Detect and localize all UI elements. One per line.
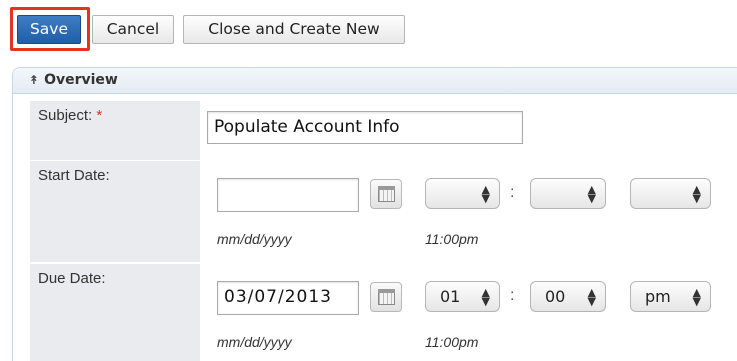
- due-ampm-select[interactable]: pm ▲ ▼: [630, 281, 711, 312]
- due-time-hint: 11:00pm: [425, 334, 479, 350]
- save-button[interactable]: Save: [17, 15, 81, 44]
- panel-title: Overview: [44, 72, 118, 88]
- calendar-icon: [378, 289, 395, 305]
- start-minute-select[interactable]: ▲ ▼: [530, 178, 606, 209]
- start-time-hint: 11:00pm: [425, 231, 479, 247]
- updown-arrows-icon: ▲ ▼: [481, 285, 490, 308]
- subject-input[interactable]: Populate Account Info: [207, 111, 523, 144]
- start-date-calendar-button[interactable]: [370, 179, 402, 209]
- updown-arrows-icon: ▲ ▼: [481, 182, 490, 205]
- due-date-format-hint: mm/dd/yyyy: [217, 334, 292, 350]
- updown-arrows-icon: ▲ ▼: [587, 285, 596, 308]
- due-date-label: Due Date:: [38, 270, 106, 287]
- calendar-icon: [378, 186, 395, 202]
- due-date-input[interactable]: 03/07/2013: [217, 281, 359, 315]
- overview-panel-header[interactable]: ↟ Overview: [13, 68, 737, 94]
- due-minute-value: 00: [545, 287, 566, 306]
- overview-panel: ↟ Overview Subject: * Populate Account In…: [12, 67, 737, 361]
- cancel-button[interactable]: Cancel: [92, 15, 174, 44]
- start-date-format-hint: mm/dd/yyyy: [217, 231, 292, 247]
- double-chevron-up-icon[interactable]: ↟: [29, 73, 39, 87]
- start-date-input[interactable]: [217, 178, 359, 212]
- due-ampm-value: pm: [645, 287, 671, 306]
- start-date-row: Start Date: ▲ ▼ : ▲ ▼ ▲ ▼ mm/dd/yyyy 11:00p…: [30, 161, 737, 262]
- required-marker: *: [96, 107, 103, 124]
- updown-arrows-icon: ▲ ▼: [692, 182, 701, 205]
- start-hour-select[interactable]: ▲ ▼: [425, 178, 500, 209]
- time-separator: :: [510, 184, 515, 201]
- start-date-label: Start Date:: [38, 167, 110, 184]
- due-hour-select[interactable]: 01 ▲ ▼: [425, 281, 500, 312]
- start-date-label-cell: Start Date:: [30, 161, 200, 262]
- close-and-create-new-button[interactable]: Close and Create New: [183, 15, 405, 44]
- due-minute-select[interactable]: 00 ▲ ▼: [530, 281, 606, 312]
- due-hour-value: 01: [440, 287, 461, 306]
- due-date-label-cell: Due Date:: [30, 264, 200, 361]
- subject-label-cell: Subject: *: [30, 101, 200, 160]
- updown-arrows-icon: ▲ ▼: [587, 182, 596, 205]
- due-date-calendar-button[interactable]: [370, 282, 402, 312]
- time-separator: :: [510, 287, 515, 304]
- due-date-row: Due Date: 03/07/2013 01 ▲ ▼ : 00 ▲ ▼ pm ▲ ▼…: [30, 264, 737, 361]
- start-ampm-select[interactable]: ▲ ▼: [630, 178, 711, 209]
- subject-row: Subject: * Populate Account Info: [30, 101, 737, 160]
- updown-arrows-icon: ▲ ▼: [692, 285, 701, 308]
- subject-label: Subject:: [38, 107, 93, 124]
